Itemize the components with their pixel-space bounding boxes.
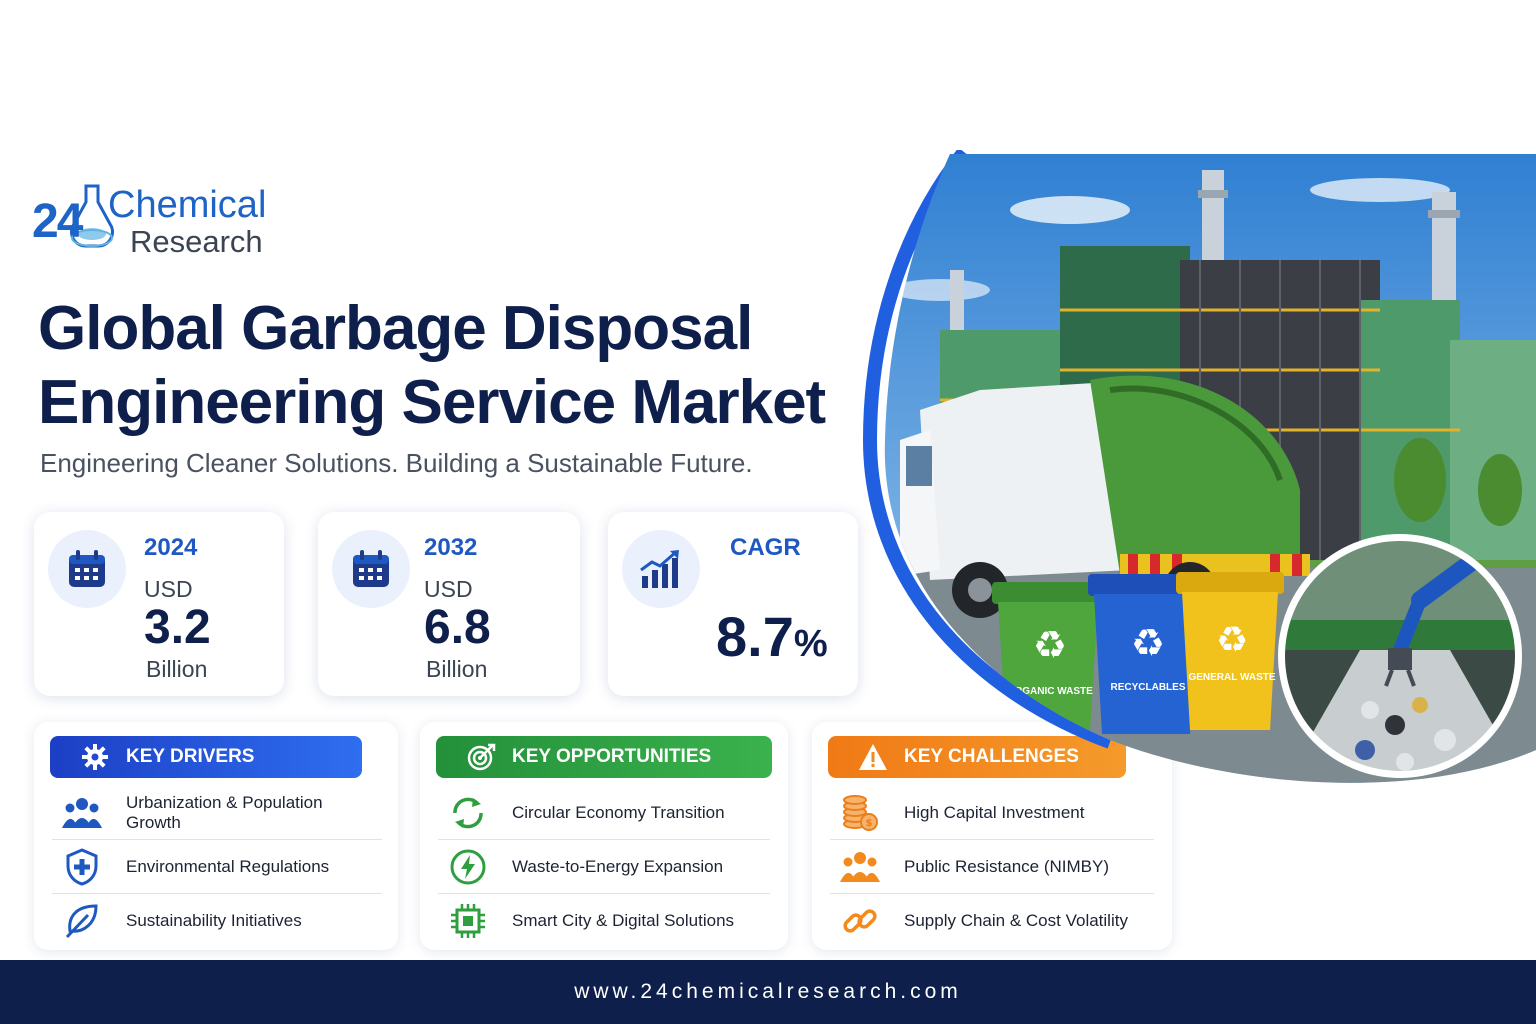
waste-plant-illustration: ♻ ORGANIC WASTE ♻ RECYCLABLES ♻ GENERAL … — [862, 150, 1536, 783]
stat-year: 2032 — [424, 534, 478, 561]
target-icon — [466, 742, 496, 772]
list-item: Smart City & Digital Solutions — [438, 894, 770, 948]
list-item: Supply Chain & Cost Volatility — [830, 894, 1154, 948]
footer-bar: www.24chemicalresearch.com — [0, 960, 1536, 1024]
stat-unit: Billion — [426, 656, 488, 682]
driver-label: Sustainability Initiatives — [126, 911, 302, 930]
svg-text:$: $ — [866, 818, 873, 829]
bin-label-recyclables: RECYCLABLES — [1110, 682, 1185, 693]
chain-link-icon — [840, 901, 880, 941]
list-item: Sustainability Initiatives — [52, 894, 382, 948]
list-item: Public Resistance (NIMBY) — [830, 840, 1154, 894]
logo-number: 24 — [32, 195, 83, 248]
key-drivers-panel: KEY DRIVERS Urbanization & Population Gr… — [34, 722, 398, 950]
green-bin: ♻ ORGANIC WASTE — [992, 582, 1104, 730]
page-title: Global Garbage Disposal Engineering Serv… — [38, 292, 858, 440]
opportunity-label: Circular Economy Transition — [512, 802, 725, 822]
gear-icon — [80, 742, 110, 772]
key-opportunities-title: KEY OPPORTUNITIES — [512, 746, 712, 767]
microchip-icon — [448, 901, 488, 941]
stat-card-cagr: CAGR 8.7% — [608, 512, 858, 696]
opportunity-label: Smart City & Digital Solutions — [512, 911, 735, 930]
calendar-icon — [48, 530, 126, 608]
calendar-icon — [332, 530, 410, 608]
circular-arrows-icon — [448, 793, 488, 833]
cagr-label: CAGR — [730, 534, 801, 561]
list-item: Waste-to-Energy Expansion — [438, 840, 770, 894]
yellow-bin: ♻ GENERAL WASTE — [1176, 572, 1284, 730]
leaf-icon — [62, 901, 102, 941]
logo-word-chemical: Chemical — [108, 184, 267, 226]
key-opportunities-header: KEY OPPORTUNITIES — [436, 736, 772, 778]
opportunity-label: Waste-to-Energy Expansion — [512, 856, 724, 876]
list-item: Urbanization & Population Growth — [52, 786, 382, 840]
stat-currency: USD — [144, 576, 193, 602]
cagr-number: 8.7 — [716, 605, 794, 668]
infographic: 24 Chemical Research Global Garbage Disp… — [0, 0, 1536, 1024]
list-item: Environmental Regulations — [52, 840, 382, 894]
stat-year: 2024 — [144, 534, 198, 561]
stat-value: 6.8 — [424, 601, 491, 654]
svg-text:♻: ♻ — [1216, 620, 1248, 661]
logo-word-research: Research — [130, 224, 263, 259]
bin-label-general: GENERAL WASTE — [1188, 672, 1275, 683]
cagr-value: 8.7% — [716, 604, 828, 669]
shield-icon — [62, 847, 102, 887]
people-group-icon — [840, 847, 880, 887]
cagr-percent: % — [793, 623, 828, 665]
stat-unit: Billion — [146, 656, 208, 682]
challenge-label: Supply Chain & Cost Volatility — [904, 911, 1128, 930]
company-logo: 24 Chemical Research — [20, 176, 284, 262]
energy-bolt-icon — [448, 847, 488, 887]
key-opportunities-panel: KEY OPPORTUNITIES Circular Economy Trans… — [420, 722, 788, 950]
key-drivers-title: KEY DRIVERS — [126, 746, 255, 767]
driver-label: Environmental Regulations — [126, 856, 330, 876]
title-line-1: Global Garbage Disposal — [38, 294, 753, 363]
challenge-label: Public Resistance (NIMBY) — [904, 856, 1110, 876]
people-group-icon — [62, 793, 102, 833]
svg-text:♻: ♻ — [1033, 623, 1067, 667]
footer-website-link[interactable]: www.24chemicalresearch.com — [574, 980, 962, 1004]
svg-text:♻: ♻ — [1131, 621, 1165, 665]
driver-label: Urbanization & Population Growth — [126, 792, 323, 832]
page-subtitle: Engineering Cleaner Solutions. Building … — [40, 448, 753, 478]
list-item: Circular Economy Transition — [438, 786, 770, 840]
stat-card-2032: 2032 USD 6.8 Billion — [318, 512, 580, 696]
title-line-2: Engineering Service Market — [38, 368, 826, 437]
stat-currency: USD — [424, 576, 473, 602]
stat-card-2024: 2024 USD 3.2 Billion — [34, 512, 284, 696]
stat-value: 3.2 — [144, 601, 211, 654]
key-drivers-header: KEY DRIVERS — [50, 736, 362, 778]
growth-chart-icon — [622, 530, 700, 608]
